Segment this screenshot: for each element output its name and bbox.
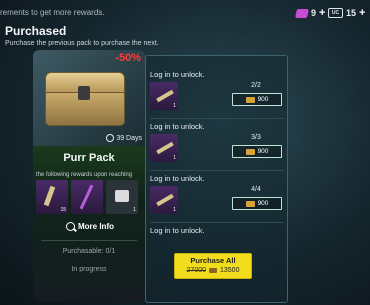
pack-card[interactable]: -50% 39 Days Purr Pack the following rew… xyxy=(33,50,145,302)
section-title: Purchased xyxy=(5,24,67,38)
discount-badge: -50% xyxy=(115,52,141,64)
row-count: 3/3 xyxy=(251,134,261,141)
chest-icon xyxy=(45,72,125,126)
row-count: 2/2 xyxy=(251,82,261,89)
section-subtitle: Purchase the previous pack to purchase t… xyxy=(5,40,159,47)
reward-box[interactable]: 1 xyxy=(106,180,138,214)
pack-status: In progress xyxy=(71,266,107,273)
row-title: Log in to unlock. xyxy=(150,226,205,235)
reward-spear[interactable] xyxy=(71,180,103,214)
bp-icon xyxy=(245,148,255,155)
row-reward[interactable]: 1 xyxy=(150,186,178,214)
row-buy-button[interactable]: 900 xyxy=(232,145,282,158)
row-title: Log in to unlock. xyxy=(150,174,205,183)
top-bar: rements to get more rewards. 9 + UC 15 + xyxy=(0,0,370,26)
box-icon xyxy=(115,190,129,202)
key-icon xyxy=(156,193,174,207)
bp-icon xyxy=(245,96,255,103)
clock-icon xyxy=(106,134,115,142)
purchasable-count: Purchasable: 0/1 xyxy=(62,248,116,255)
key-icon xyxy=(43,185,56,207)
spear-icon xyxy=(79,184,94,210)
more-info-label: More Info xyxy=(78,222,114,231)
reward-key[interactable]: 15 xyxy=(36,180,68,214)
uc-currency: UC 15 + xyxy=(328,7,365,19)
purchase-all-button[interactable]: Purchase All 27000 13500 xyxy=(174,253,252,279)
search-icon xyxy=(66,222,75,231)
pack-hint: the following rewards upon reaching xyxy=(36,172,133,178)
uc-count: 15 xyxy=(346,8,357,18)
row-buy-button[interactable]: 900 xyxy=(232,197,282,210)
row-title: Log in to unlock. xyxy=(150,122,205,131)
add-uc-button[interactable]: + xyxy=(359,7,365,19)
uc-icon: UC xyxy=(328,8,343,18)
row-title: Log in to unlock. xyxy=(150,70,205,79)
bp-icon xyxy=(245,200,255,207)
row-count: 4/4 xyxy=(251,186,261,193)
pack-image: -50% 39 Days xyxy=(33,50,145,146)
days-left: 39 Days xyxy=(116,134,142,142)
more-info-button[interactable]: More Info xyxy=(66,222,114,231)
divider xyxy=(41,240,137,241)
duration: 39 Days xyxy=(106,134,142,142)
row-reward[interactable]: 1 xyxy=(150,134,178,162)
key-icon xyxy=(156,89,174,103)
add-ticket-button[interactable]: + xyxy=(319,7,325,19)
old-price: 27000 xyxy=(186,267,206,274)
row-buy-button[interactable]: 900 xyxy=(232,93,282,106)
key-icon xyxy=(156,141,174,155)
pack-details: Purr Pack the following rewards upon rea… xyxy=(33,146,145,302)
pack-name: Purr Pack xyxy=(63,152,115,164)
ticket-currency: 9 + xyxy=(295,7,325,19)
new-price: 13500 xyxy=(220,267,240,274)
bp-icon xyxy=(209,268,217,273)
purchase-all-prices: 27000 13500 xyxy=(175,267,251,274)
header-hint: rements to get more rewards. xyxy=(0,8,105,17)
ticket-icon xyxy=(295,8,309,18)
row-reward[interactable]: 1 xyxy=(150,82,178,110)
purchase-all-label: Purchase All xyxy=(190,256,236,265)
ticket-count: 9 xyxy=(311,8,317,18)
reward-list: 15 1 xyxy=(36,180,138,214)
